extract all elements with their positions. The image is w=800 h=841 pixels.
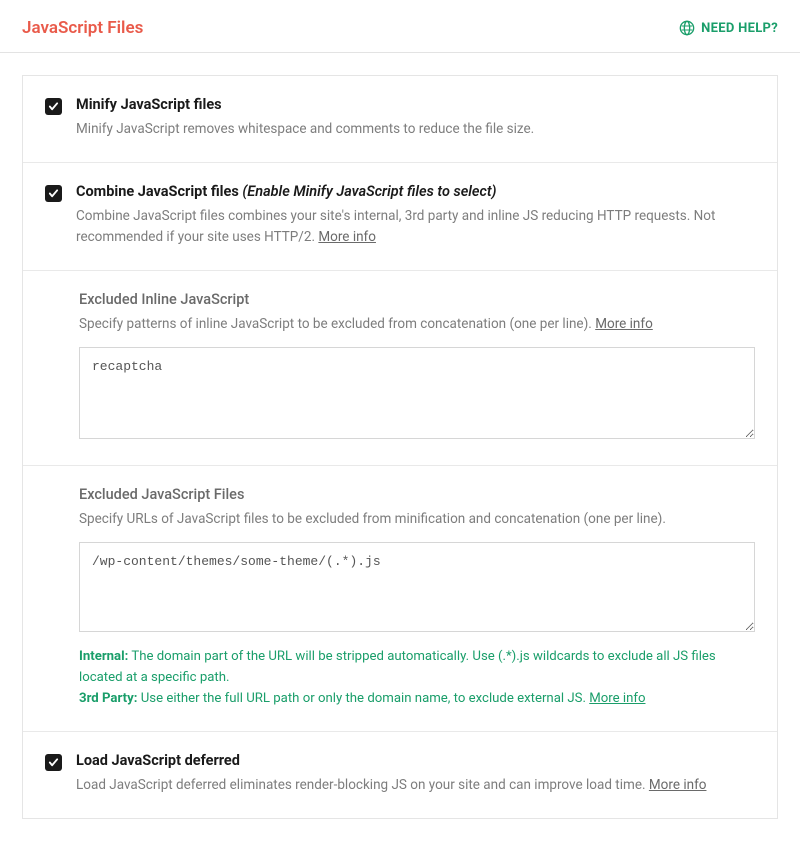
option-excluded-inline-js: Excluded Inline JavaScript Specify patte…	[23, 271, 777, 466]
option-body: Combine JavaScript files (Enable Minify …	[76, 183, 755, 248]
note-internal-text: The domain part of the URL will be strip…	[79, 649, 716, 685]
combine-js-desc-text: Combine JavaScript files combines your s…	[76, 208, 715, 245]
option-excluded-js-files: Excluded JavaScript Files Specify URLs o…	[23, 466, 777, 732]
excluded-files-desc: Specify URLs of JavaScript files to be e…	[79, 509, 755, 530]
combine-more-info-link[interactable]: More info	[318, 229, 376, 245]
excluded-files-label: Excluded JavaScript Files	[79, 486, 755, 503]
excluded-inline-label: Excluded Inline JavaScript	[79, 291, 755, 308]
note-3rdparty-text: Use either the full URL path or only the…	[137, 691, 589, 706]
defer-js-title: Load JavaScript deferred	[76, 752, 755, 769]
combine-js-title: Combine JavaScript files (Enable Minify …	[76, 183, 755, 200]
note-3rdparty-label: 3rd Party:	[79, 691, 137, 706]
option-minify-js: Minify JavaScript files Minify JavaScrip…	[23, 76, 777, 163]
combine-js-checkbox[interactable]	[45, 185, 62, 202]
excluded-inline-desc: Specify patterns of inline JavaScript to…	[79, 314, 755, 335]
minify-js-checkbox[interactable]	[45, 98, 62, 115]
minify-js-desc: Minify JavaScript removes whitespace and…	[76, 119, 755, 140]
excluded-files-textarea[interactable]	[79, 542, 755, 632]
check-icon	[48, 757, 59, 768]
defer-js-checkbox[interactable]	[45, 754, 62, 771]
need-help-link[interactable]: NEED HELP?	[679, 20, 778, 36]
minify-js-title: Minify JavaScript files	[76, 96, 755, 113]
note-internal-label: Internal:	[79, 649, 128, 664]
excluded-files-notes: Internal: The domain part of the URL wil…	[79, 646, 755, 709]
combine-js-hint: (Enable Minify JavaScript files to selec…	[242, 183, 496, 200]
option-defer-js: Load JavaScript deferred Load JavaScript…	[23, 732, 777, 818]
combine-js-desc: Combine JavaScript files combines your s…	[76, 206, 755, 248]
option-body: Load JavaScript deferred Load JavaScript…	[76, 752, 755, 796]
defer-js-desc: Load JavaScript deferred eliminates rend…	[76, 775, 755, 796]
settings-panel: Minify JavaScript files Minify JavaScrip…	[22, 75, 778, 819]
check-icon	[48, 188, 59, 199]
option-body: Minify JavaScript files Minify JavaScrip…	[76, 96, 755, 140]
excluded-inline-more-info-link[interactable]: More info	[595, 316, 653, 332]
help-icon	[679, 20, 695, 36]
check-icon	[48, 101, 59, 112]
defer-js-desc-text: Load JavaScript deferred eliminates rend…	[76, 777, 649, 793]
excluded-inline-textarea[interactable]	[79, 347, 755, 439]
section-header: JavaScript Files NEED HELP?	[0, 0, 800, 53]
need-help-label: NEED HELP?	[701, 21, 778, 36]
option-combine-js: Combine JavaScript files (Enable Minify …	[23, 163, 777, 271]
excluded-inline-desc-text: Specify patterns of inline JavaScript to…	[79, 316, 595, 332]
combine-js-title-text: Combine JavaScript files	[76, 183, 239, 200]
defer-more-info-link[interactable]: More info	[649, 777, 707, 793]
section-title: JavaScript Files	[22, 18, 143, 38]
excluded-files-more-info-link[interactable]: More info	[589, 691, 645, 706]
